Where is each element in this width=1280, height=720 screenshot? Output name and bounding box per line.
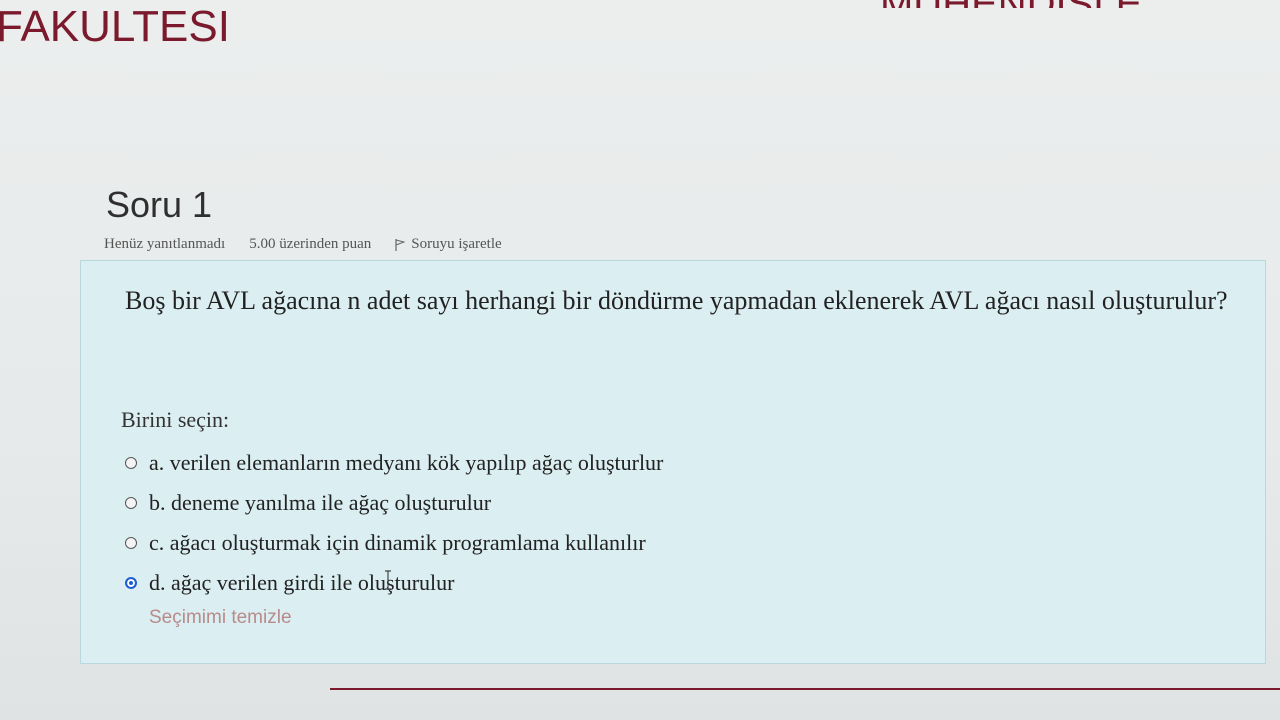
question-meta: Henüz yanıtlanmadı 5.00 üzerinden puan S… — [104, 236, 502, 253]
divider-line — [330, 688, 1280, 690]
answer-option-label: a. verilen elemanların medyanı kök yapıl… — [149, 450, 664, 475]
question-points: 5.00 üzerinden puan — [249, 236, 372, 252]
answer-prompt: Birini seçin: — [121, 407, 230, 432]
radio-button-c[interactable] — [125, 537, 137, 549]
radio-button-a[interactable] — [125, 457, 137, 469]
radio-button-d[interactable] — [125, 577, 137, 589]
flag-icon — [395, 238, 406, 251]
header-partial-text: MÜHENDİSLE — [880, 0, 1280, 8]
faculty-title: FAKULTESI — [0, 2, 230, 51]
question-heading: Soru 1 — [106, 184, 213, 225]
answer-option-label: c. ağacı oluşturmak için dinamik program… — [149, 530, 646, 555]
text-cursor-icon — [385, 570, 391, 590]
page: FAKULTESI MÜHENDİSLE Soru 1 Henüz yanıtl… — [0, 0, 1280, 720]
answer-option-c[interactable]: c. ağacı oluşturmak için dinamik program… — [125, 523, 663, 563]
question-text: Boş bir AVL ağacına n adet sayı herhangi… — [125, 286, 1228, 315]
flag-question-label: Soruyu işaretle — [411, 236, 502, 252]
answer-option-b[interactable]: b. deneme yanılma ile ağaç oluşturulur — [125, 483, 663, 523]
answer-option-label: b. deneme yanılma ile ağaç oluşturulur — [149, 490, 492, 515]
radio-button-b[interactable] — [125, 497, 137, 509]
answer-option-label: d. ağaç verilen girdi ile oluşturulur — [149, 570, 455, 595]
clear-selection-link[interactable]: Seçimimi temizle — [149, 607, 292, 629]
question-box: Boş bir AVL ağacına n adet sayı herhangi… — [80, 260, 1266, 664]
answer-options: a. verilen elemanların medyanı kök yapıl… — [125, 443, 663, 603]
flag-question-link[interactable]: Soruyu işaretle — [395, 236, 502, 253]
answer-option-d[interactable]: d. ağaç verilen girdi ile oluşturulur — [125, 563, 663, 603]
answer-option-a[interactable]: a. verilen elemanların medyanı kök yapıl… — [125, 443, 663, 483]
question-status: Henüz yanıtlanmadı — [104, 236, 226, 252]
